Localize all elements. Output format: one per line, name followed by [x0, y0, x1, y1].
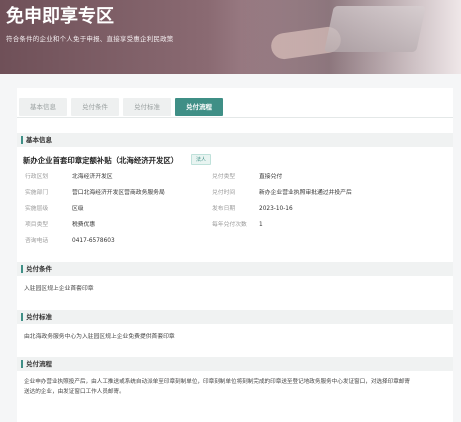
- field-date: 发布日期 2023-10-16: [212, 205, 293, 213]
- section-title: 兑付条件: [26, 265, 52, 273]
- field-phone: 咨询电话 0417-6578603: [25, 237, 115, 245]
- field-value: 新办企业营业执照审批通过并投产后: [259, 190, 352, 196]
- tab-process[interactable]: 兑付流程: [175, 98, 223, 116]
- field-pay-type: 兑付类型 直接兑付: [212, 173, 282, 181]
- tab-divider: [17, 117, 453, 118]
- field-value: 1: [259, 222, 263, 228]
- field-times: 每年兑付次数 1: [212, 221, 263, 229]
- section-title: 兑付标准: [26, 313, 52, 321]
- field-label: 兑付类型: [212, 174, 236, 180]
- field-level: 实施层级 区级: [25, 205, 84, 213]
- field-region: 行政区划 北海经济开发区: [25, 173, 113, 181]
- header-banner: 免申即享专区 符合条件的企业和个人免于申报、直接享受惠企利民政策: [0, 0, 461, 74]
- section-header-process: 兑付流程: [17, 357, 453, 371]
- tab-conditions[interactable]: 兑付条件: [71, 98, 119, 116]
- field-label: 实施部门: [25, 190, 49, 196]
- tab-basic-info[interactable]: 基本信息: [19, 98, 67, 116]
- section-accent-bar: [21, 360, 23, 368]
- conditions-text: 入驻园区规上企业首套印章: [24, 286, 94, 292]
- section-accent-bar: [21, 313, 23, 321]
- field-value: 0417-6578603: [72, 238, 115, 244]
- section-header-conditions: 兑付条件: [17, 262, 453, 276]
- section-header-basic: 基本信息: [17, 133, 453, 147]
- field-label: 实施层级: [25, 206, 49, 212]
- field-value: 税费优惠: [72, 222, 96, 228]
- section-accent-bar: [21, 136, 23, 144]
- field-value: 区级: [72, 206, 84, 212]
- field-label: 项目类型: [25, 222, 49, 228]
- process-text-line-1: 企业申办营业执照投产后，由人工推送或系统自动派单至印章刻制单位，印章刻制单位将刻…: [24, 379, 410, 385]
- field-label: 兑付时间: [212, 190, 236, 196]
- field-label: 行政区划: [25, 174, 49, 180]
- banner-photo-laptop: [324, 6, 426, 52]
- page-subtitle: 符合条件的企业和个人免于申报、直接享受惠企利民政策: [6, 35, 174, 43]
- field-label: 每年兑付次数: [212, 222, 247, 228]
- field-dept: 实施部门 营口北海经济开发区营商政务服务局: [25, 189, 165, 197]
- section-title: 基本信息: [26, 136, 52, 144]
- field-value: 北海经济开发区: [72, 174, 113, 180]
- field-label: 咨询电话: [25, 238, 49, 244]
- tab-standard[interactable]: 兑付标准: [123, 98, 171, 116]
- section-header-standard: 兑付标准: [17, 310, 453, 324]
- field-value: 营口北海经济开发区营商政务服务局: [72, 190, 165, 196]
- field-category: 项目类型 税费优惠: [25, 221, 95, 229]
- field-value: 直接兑付: [259, 174, 283, 180]
- policy-card: 基本信息 兑付条件 兑付标准 兑付流程 基本信息 新办企业首套印章定额补贴（北海…: [17, 88, 453, 422]
- standard-text: 由北海政务服务中心为入驻园区规上企业免费提供首套印章: [24, 334, 175, 340]
- section-accent-bar: [21, 265, 23, 273]
- status-badge: 法人: [191, 154, 212, 165]
- field-value: 2023-10-16: [259, 206, 293, 212]
- section-title: 兑付流程: [26, 360, 52, 368]
- field-label: 发布日期: [212, 206, 236, 212]
- tab-bar: 基本信息 兑付条件 兑付标准 兑付流程: [19, 98, 227, 116]
- page-title: 免申即享专区: [6, 6, 114, 27]
- process-text-line-2: 送达的企业，由发证窗口工作人员邮寄。: [24, 389, 125, 395]
- field-pay-time: 兑付时间 新办企业营业执照审批通过并投产后: [212, 189, 352, 197]
- policy-name: 新办企业首套印章定额补贴（北海经济开发区）: [23, 156, 179, 165]
